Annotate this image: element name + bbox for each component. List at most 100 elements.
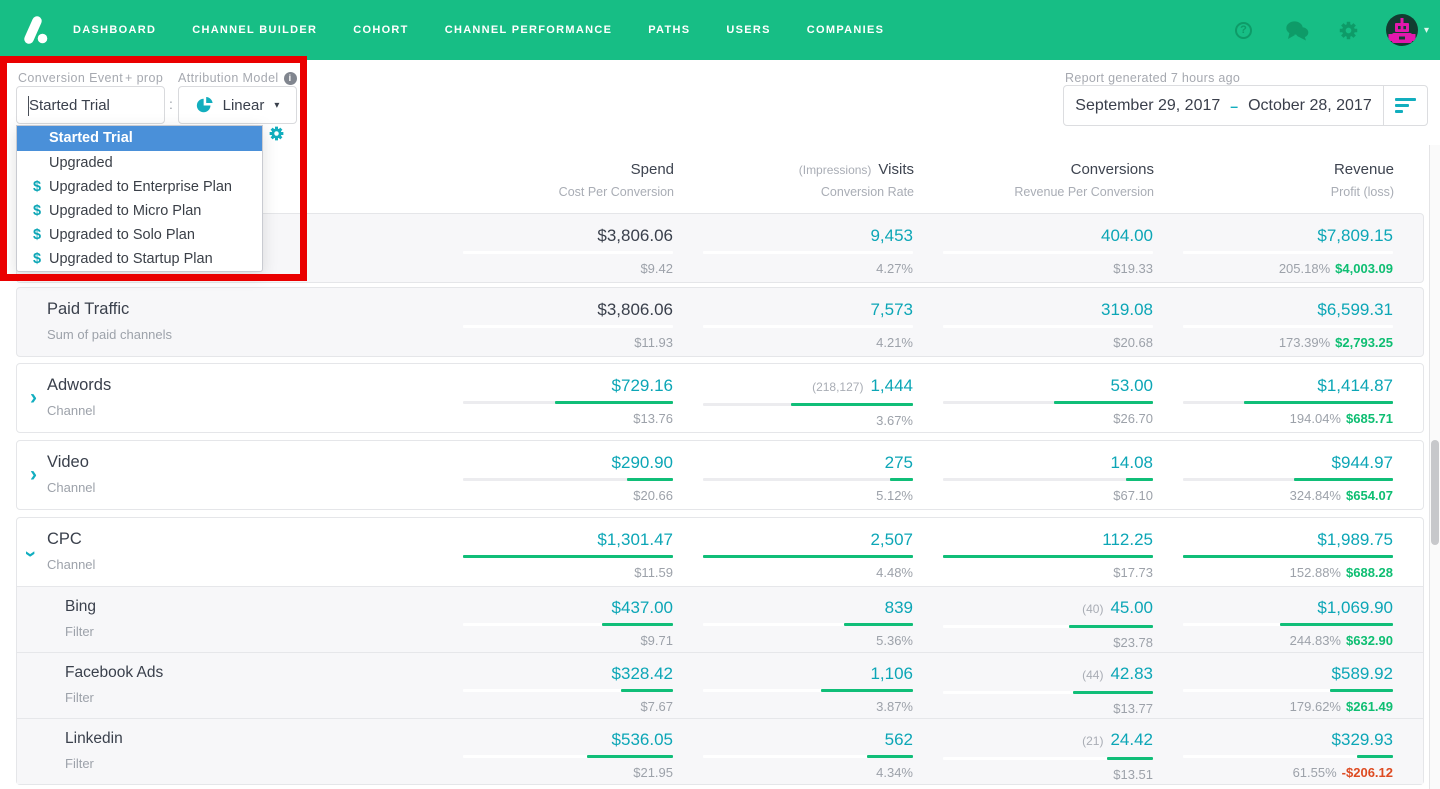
- account-caret-icon[interactable]: ▾: [1424, 25, 1429, 36]
- revenue-value[interactable]: $944.97: [1332, 453, 1393, 472]
- spend-value[interactable]: $536.05: [612, 730, 673, 749]
- row-subtitle: Channel: [47, 480, 96, 495]
- conversions-value[interactable]: 45.00: [1110, 598, 1153, 617]
- conversions-value[interactable]: 112.25: [1102, 530, 1153, 549]
- help-icon[interactable]: ?: [1234, 21, 1252, 39]
- table-row: › Video Channel $290.90 $20.66 275 5.12%…: [16, 440, 1424, 510]
- row-title: Facebook Ads: [65, 664, 164, 681]
- row-title: Paid Traffic: [47, 300, 130, 318]
- spend-value[interactable]: $290.90: [612, 453, 673, 472]
- visits-value[interactable]: 7,573: [870, 300, 913, 319]
- revenue-cell: $6,599.31 173.39% $2,793.25: [1183, 288, 1423, 356]
- row-subtitle: Filter: [65, 624, 94, 639]
- chat-icon[interactable]: [1285, 20, 1309, 41]
- table-settings-gear-icon[interactable]: [269, 126, 284, 141]
- conversions-cell: 404.00 $19.33: [943, 214, 1183, 282]
- chevron-down-icon[interactable]: ›: [20, 551, 43, 558]
- dollar-icon: $: [33, 203, 42, 219]
- revenue-value[interactable]: $7,809.15: [1317, 226, 1393, 245]
- visits-value[interactable]: 562: [885, 730, 913, 749]
- nav-item-cohort[interactable]: COHORT: [353, 24, 408, 36]
- column-header-spend[interactable]: Spend Cost Per Conversion: [464, 150, 704, 210]
- nav-item-paths[interactable]: PATHS: [648, 24, 690, 36]
- chevron-right-icon[interactable]: ›: [30, 387, 37, 408]
- dropdown-option[interactable]: $ Upgraded to Solo Plan: [17, 223, 262, 247]
- spend-cell: $3,806.06 $9.42: [463, 214, 703, 282]
- user-avatar[interactable]: [1385, 14, 1418, 46]
- visits-value[interactable]: 9,453: [870, 226, 913, 245]
- revenue-value[interactable]: $1,414.87: [1317, 376, 1393, 395]
- visits-value[interactable]: 275: [885, 453, 913, 472]
- chevron-right-icon[interactable]: ›: [30, 464, 37, 485]
- column-header-visits[interactable]: (Impressions) Visits Conversion Rate: [704, 150, 944, 210]
- revenue-cell: $944.97 324.84% $654.07: [1183, 441, 1423, 509]
- nav-item-users[interactable]: USERS: [726, 24, 770, 36]
- visits-cell: 7,573 4.21%: [703, 288, 943, 356]
- conversions-cell: 53.00 $26.70: [943, 364, 1183, 432]
- conversion-event-select[interactable]: [16, 86, 165, 124]
- info-icon[interactable]: i: [283, 71, 297, 85]
- revenue-value[interactable]: $329.93: [1332, 730, 1393, 749]
- dropdown-option[interactable]: Started Trial: [17, 126, 262, 151]
- dropdown-option[interactable]: Upgraded: [17, 151, 262, 175]
- revenue-value[interactable]: $6,599.31: [1317, 300, 1393, 319]
- spend-value[interactable]: $729.16: [612, 376, 673, 395]
- date-range-value[interactable]: September 29, 2017 – October 28, 2017: [1064, 86, 1383, 125]
- spend-value[interactable]: $437.00: [612, 598, 673, 617]
- visits-cell: 562 4.34%: [703, 719, 943, 784]
- revenue-cell: $1,989.75 152.88% $688.28: [1183, 518, 1423, 586]
- conversions-value[interactable]: 24.42: [1110, 730, 1153, 749]
- visits-cell: 2,507 4.48%: [703, 518, 943, 586]
- nav-item-companies[interactable]: COMPANIES: [807, 24, 885, 36]
- scrollbar-thumb[interactable]: [1431, 440, 1439, 545]
- date-range-picker[interactable]: September 29, 2017 – October 28, 2017: [1063, 85, 1428, 126]
- add-prop-link[interactable]: + prop: [125, 71, 163, 85]
- date-end: October 28, 2017: [1248, 96, 1372, 114]
- sort-descending-icon[interactable]: [1383, 86, 1427, 125]
- conversions-value[interactable]: 42.83: [1110, 664, 1153, 683]
- visits-value[interactable]: 1,106: [870, 664, 913, 683]
- conversions-cell: 319.08 $20.68: [943, 288, 1183, 356]
- dollar-icon: $: [33, 251, 42, 267]
- gear-icon[interactable]: [1339, 21, 1358, 40]
- column-header-conversions[interactable]: Conversions Revenue Per Conversion: [944, 150, 1184, 210]
- nav-item-dashboard[interactable]: DASHBOARD: [73, 24, 156, 36]
- conversions-value[interactable]: 14.08: [1110, 453, 1153, 472]
- visits-value[interactable]: 839: [885, 598, 913, 617]
- dollar-icon: $: [33, 227, 42, 243]
- spend-value[interactable]: $1,301.47: [597, 530, 673, 549]
- nav-menu: DASHBOARD CHANNEL BUILDER COHORT CHANNEL…: [73, 24, 884, 36]
- conversions-value[interactable]: 53.00: [1110, 376, 1153, 395]
- revenue-value[interactable]: $589.92: [1332, 664, 1393, 683]
- conversions-value[interactable]: 404.00: [1101, 226, 1153, 245]
- conversion-event-label: Conversion Event: [18, 71, 124, 85]
- attribution-model-select[interactable]: Linear ▾: [178, 86, 297, 124]
- row-title: CPC: [47, 530, 82, 548]
- nav-right-icons: ? ▾: [1234, 0, 1440, 60]
- spend-value[interactable]: $328.42: [612, 664, 673, 683]
- attribution-logo-icon[interactable]: [20, 13, 50, 47]
- report-generated-label: Report generated 7 hours ago: [1065, 71, 1241, 85]
- dropdown-option[interactable]: $ Upgraded to Startup Plan: [17, 247, 262, 271]
- conversion-event-input[interactable]: [17, 87, 164, 123]
- conversions-value[interactable]: 319.08: [1101, 300, 1153, 319]
- nav-item-channel-performance[interactable]: CHANNEL PERFORMANCE: [445, 24, 613, 36]
- spend-cell: $729.16 $13.76: [463, 364, 703, 432]
- column-header-revenue[interactable]: Revenue Profit (loss): [1184, 150, 1424, 210]
- visits-value[interactable]: 2,507: [870, 530, 913, 549]
- spend-cell: $328.42 $7.67: [463, 653, 703, 718]
- table-row: Paid Traffic Sum of paid channels $3,806…: [16, 287, 1424, 357]
- dropdown-option[interactable]: $ Upgraded to Enterprise Plan: [17, 175, 262, 199]
- pie-chart-icon: [196, 96, 213, 112]
- nav-item-channel-builder[interactable]: CHANNEL BUILDER: [192, 24, 317, 36]
- revenue-cell: $329.93 61.55% -$206.12: [1183, 719, 1423, 784]
- visits-value[interactable]: 1,444: [870, 376, 913, 395]
- revenue-value[interactable]: $1,989.75: [1317, 530, 1393, 549]
- conversions-cell: (44) 42.83 $13.77: [943, 653, 1183, 718]
- vertical-scrollbar[interactable]: [1429, 145, 1440, 789]
- dropdown-option[interactable]: $ Upgraded to Micro Plan: [17, 199, 262, 223]
- visits-cell: (218,127) 1,444 3.67%: [703, 364, 943, 432]
- revenue-value[interactable]: $1,069.90: [1317, 598, 1393, 617]
- conversions-cell: 112.25 $17.73: [943, 518, 1183, 586]
- attribution-model-value: Linear: [222, 96, 265, 114]
